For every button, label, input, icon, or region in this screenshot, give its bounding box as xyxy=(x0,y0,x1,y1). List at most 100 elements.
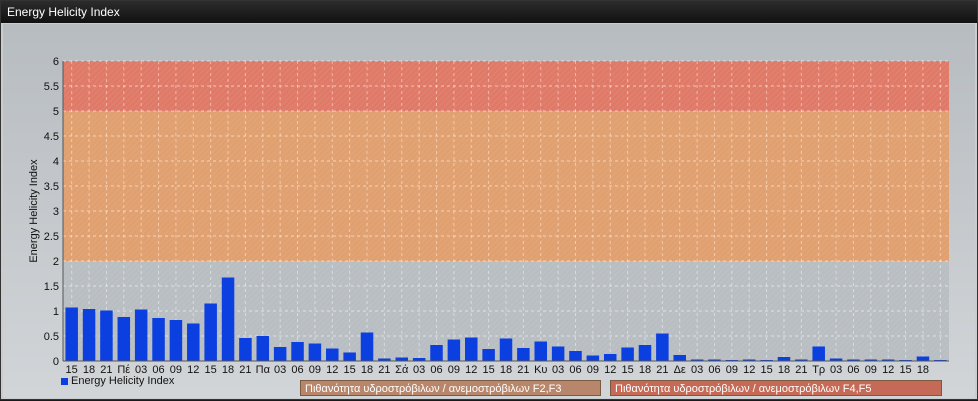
bar xyxy=(777,357,791,361)
y-tick-label: 2 xyxy=(53,256,59,268)
y-tick-label: 6 xyxy=(53,56,59,68)
bar xyxy=(65,307,78,361)
bar xyxy=(430,345,443,361)
band-label-f4f5: Πιθανότητα υδροστρόβιλων / ανεμοστρόβιλω… xyxy=(610,380,942,396)
chart-window: Energy Helicity Index 0 0.5 1 1.5 2 2.5 3 3.5 4 4… xyxy=(0,0,978,400)
bar xyxy=(812,346,825,361)
bar xyxy=(221,277,235,361)
y-tick-label: 3.5 xyxy=(44,181,59,193)
bar xyxy=(100,310,113,361)
x-tick-label: 06 xyxy=(708,364,720,376)
x-tick-label: 18 xyxy=(639,364,651,376)
bar xyxy=(291,342,304,361)
x-tick-label: 21 xyxy=(517,364,529,376)
bar xyxy=(482,349,495,361)
x-tick-label: 09 xyxy=(448,364,460,376)
y-tick-label: 4 xyxy=(53,156,59,168)
y-tick-label: 0.5 xyxy=(44,331,59,343)
y-tick-label: 5 xyxy=(53,106,59,118)
bar xyxy=(586,355,600,361)
legend: Energy Helicity Index xyxy=(61,375,174,387)
bar xyxy=(273,347,287,361)
x-tick-label: 06 xyxy=(430,364,442,376)
x-tick-label: 18 xyxy=(778,364,790,376)
x-tick-label: 15 xyxy=(621,364,633,376)
bar xyxy=(499,338,513,361)
bar xyxy=(82,309,96,361)
bar xyxy=(569,351,582,361)
y-tick-label: 1.5 xyxy=(44,281,59,293)
bar xyxy=(204,303,217,361)
bar xyxy=(117,317,131,361)
x-tick-label: 06 xyxy=(847,364,859,376)
x-tick-label: 12 xyxy=(326,364,338,376)
bar xyxy=(134,309,148,361)
x-tick-label: Σά xyxy=(395,364,409,376)
x-tick-label: 03 xyxy=(274,364,286,376)
x-tick-label: 15 xyxy=(760,364,772,376)
x-tick-label: 21 xyxy=(656,364,668,376)
x-tick-label: Τρ xyxy=(812,364,825,376)
y-axis-label: Energy Helicity Index xyxy=(28,159,40,263)
bar xyxy=(517,348,530,361)
x-tick-label: Κυ xyxy=(534,364,547,376)
bar xyxy=(465,337,478,361)
x-tick-label: 06 xyxy=(291,364,303,376)
x-tick-label: 21 xyxy=(795,364,807,376)
x-tick-label: 12 xyxy=(187,364,199,376)
x-tick-label: 18 xyxy=(361,364,373,376)
ehi-chart: 00.511.522.533.544.555.5615 18 21 Πέ 03 06 09 1… xyxy=(28,56,949,376)
bar xyxy=(256,336,270,361)
bar xyxy=(395,357,409,361)
x-tick-label: 21 xyxy=(378,364,390,376)
x-tick-label: 12 xyxy=(882,364,894,376)
legend-label: Energy Helicity Index xyxy=(71,375,175,387)
x-tick-label: 15 xyxy=(899,364,911,376)
bar xyxy=(551,346,565,361)
y-tick-label: 0 xyxy=(53,356,59,368)
y-tick-label: 1 xyxy=(53,306,59,318)
y-tick-label: 2.5 xyxy=(44,231,59,243)
bar xyxy=(169,320,183,361)
x-tick-label: 12 xyxy=(743,364,755,376)
bar xyxy=(343,352,356,361)
bar xyxy=(638,345,652,361)
bar xyxy=(603,354,617,361)
legend-swatch xyxy=(61,377,68,385)
x-tick-label: 09 xyxy=(726,364,738,376)
bar xyxy=(187,323,200,361)
x-tick-label: 03 xyxy=(413,364,425,376)
bar xyxy=(534,341,547,361)
x-tick-label: 12 xyxy=(465,364,477,376)
x-tick-label: 18 xyxy=(222,364,234,376)
bar xyxy=(656,333,669,361)
x-tick-label: 03 xyxy=(691,364,703,376)
bar xyxy=(673,355,686,361)
x-tick-label: 15 xyxy=(483,364,495,376)
x-tick-label: Πα xyxy=(256,364,271,376)
x-tick-label: 12 xyxy=(604,364,616,376)
bar xyxy=(152,318,165,361)
x-tick-label: 18 xyxy=(917,364,929,376)
bar xyxy=(621,347,634,361)
bar xyxy=(326,348,339,361)
y-tick-label: 4.5 xyxy=(44,131,59,143)
bar xyxy=(916,356,930,361)
bar xyxy=(239,338,252,361)
y-tick-label: 3 xyxy=(53,206,59,218)
x-tick-label: 21 xyxy=(239,364,251,376)
bar xyxy=(308,343,322,361)
bar xyxy=(447,339,461,361)
x-tick-label: 09 xyxy=(587,364,599,376)
y-tick-label: 5.5 xyxy=(44,81,59,93)
x-tick-label: 03 xyxy=(552,364,564,376)
x-tick-label: 15 xyxy=(205,364,217,376)
x-tick-label: 09 xyxy=(309,364,321,376)
bar xyxy=(360,332,374,361)
band-label-f2f3: Πιθανότητα υδροστρόβιλων / ανεμοστρόβιλω… xyxy=(300,380,601,396)
x-tick-label: 18 xyxy=(500,364,512,376)
x-tick-label: Δε xyxy=(674,364,686,376)
x-tick-label: 03 xyxy=(830,364,842,376)
x-tick-label: 09 xyxy=(865,364,877,376)
x-tick-label: 15 xyxy=(344,364,356,376)
